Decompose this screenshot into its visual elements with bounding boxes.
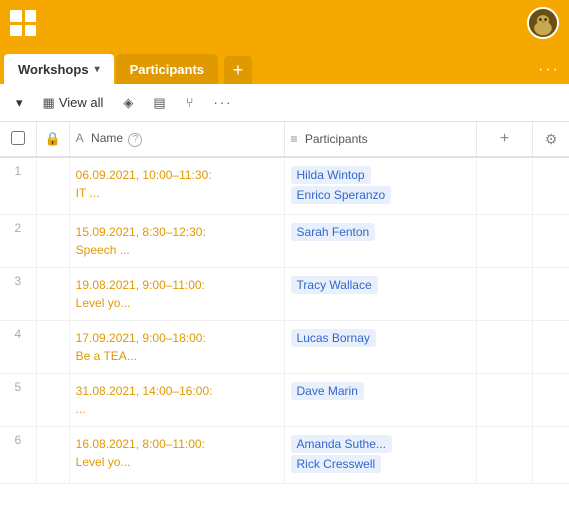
toolbar-more-button[interactable]: ··· [206, 89, 241, 117]
row-participants: Hilda Wintop Enrico Speranzo [284, 157, 476, 215]
row-date-text: 17.09.2021, 9:00–18:00: Be a TEA... [76, 331, 206, 363]
dropdown-arrow-button[interactable]: ▾ [8, 89, 31, 117]
select-all-checkbox[interactable] [11, 131, 25, 145]
tab-workshops-label: Workshops [18, 62, 89, 77]
row-settings [533, 268, 569, 321]
th-name-label: Name [91, 131, 123, 145]
table-row: 3 19.08.2021, 9:00–11:00: Level yo... Trac… [0, 268, 569, 321]
avatar[interactable] [527, 7, 559, 39]
row-date: 15.09.2021, 8:30–12:30: Speech ... [69, 215, 284, 268]
workshops-table: 🔒 A Name ? ≡ Participants + ⚙ 1 06.09.202… [0, 122, 569, 484]
add-tab-button[interactable]: + [224, 56, 252, 84]
participant-badge: Dave Marin [291, 382, 364, 400]
row-participants: Sarah Fenton [284, 215, 476, 268]
filter-button[interactable]: ◈ [115, 89, 141, 117]
name-col-icon: A [76, 131, 84, 145]
table-row: 2 15.09.2021, 8:30–12:30: Speech ... Sarah… [0, 215, 569, 268]
th-checkbox [0, 122, 36, 157]
row-participants: Dave Marin [284, 374, 476, 427]
row-add [476, 157, 533, 215]
th-name: A Name ? [69, 122, 284, 157]
participants-col-icon: ≡ [291, 132, 298, 146]
row-number: 6 [0, 427, 36, 484]
row-date: 19.08.2021, 9:00–11:00: Level yo... [69, 268, 284, 321]
header-bar [0, 0, 569, 46]
row-settings [533, 374, 569, 427]
row-lock [36, 157, 69, 215]
table-row: 5 31.08.2021, 14:00–16:00: ... Dave Marin [0, 374, 569, 427]
participant-badge: Sarah Fenton [291, 223, 376, 241]
share-icon: ⑂ [186, 95, 194, 110]
share-button[interactable]: ⑂ [178, 89, 202, 117]
th-participants-label: Participants [305, 132, 368, 146]
dropdown-arrow-icon: ▾ [16, 95, 23, 111]
group-icon: ▤ [153, 95, 165, 111]
tab-participants[interactable]: Participants [116, 54, 218, 84]
name-help-icon[interactable]: ? [128, 133, 142, 147]
row-lock [36, 268, 69, 321]
table-body: 1 06.09.2021, 10:00–11:30: IT ... Hilda Wi… [0, 157, 569, 484]
th-participants: ≡ Participants [284, 122, 476, 157]
participant-badge: Enrico Speranzo [291, 186, 392, 204]
tab-dropdown-icon[interactable]: ▾ [95, 64, 100, 75]
row-number: 5 [0, 374, 36, 427]
row-add [476, 215, 533, 268]
row-date: 06.09.2021, 10:00–11:30: IT ... [69, 157, 284, 215]
row-number: 2 [0, 215, 36, 268]
view-all-label: View all [59, 95, 104, 110]
tab-more-button[interactable]: ··· [533, 56, 565, 84]
row-participants: Lucas Bornay [284, 321, 476, 374]
row-number: 4 [0, 321, 36, 374]
row-settings [533, 321, 569, 374]
participant-badge: Hilda Wintop [291, 166, 371, 184]
toolbar-more-icon: ··· [214, 95, 233, 110]
row-add [476, 321, 533, 374]
tab-bar: Workshops ▾ Participants + ··· [0, 46, 569, 84]
tab-participants-label: Participants [130, 62, 204, 77]
row-settings [533, 157, 569, 215]
row-settings [533, 215, 569, 268]
header-left [10, 10, 36, 36]
table-row: 4 17.09.2021, 9:00–18:00: Be a TEA... Luca… [0, 321, 569, 374]
lock-icon: 🔒 [45, 131, 61, 146]
participant-badge: Rick Cresswell [291, 455, 382, 473]
row-lock [36, 374, 69, 427]
row-add [476, 427, 533, 484]
th-add[interactable]: + [476, 122, 533, 157]
row-lock [36, 321, 69, 374]
participant-badge: Tracy Wallace [291, 276, 378, 294]
table-wrap: 🔒 A Name ? ≡ Participants + ⚙ 1 06.09.202… [0, 122, 569, 520]
row-date-text: 31.08.2021, 14:00–16:00: ... [76, 384, 213, 416]
group-button[interactable]: ▤ [145, 89, 173, 117]
row-date-text: 06.09.2021, 10:00–11:30: IT ... [76, 168, 212, 200]
row-participants: Amanda Suthe... Rick Cresswell [284, 427, 476, 484]
participant-badge: Lucas Bornay [291, 329, 376, 347]
table-header: 🔒 A Name ? ≡ Participants + ⚙ [0, 122, 569, 157]
row-lock [36, 215, 69, 268]
row-date: 31.08.2021, 14:00–16:00: ... [69, 374, 284, 427]
table-row: 1 06.09.2021, 10:00–11:30: IT ... Hilda Wi… [0, 157, 569, 215]
tab-workshops[interactable]: Workshops ▾ [4, 54, 114, 84]
row-date: 16.08.2021, 8:00–11:00: Level yo... [69, 427, 284, 484]
row-add [476, 374, 533, 427]
filter-icon: ◈ [123, 95, 133, 111]
view-all-button[interactable]: ▦ View all [35, 89, 112, 117]
toolbar: ▾ ▦ View all ◈ ▤ ⑂ ··· [0, 84, 569, 122]
row-lock [36, 427, 69, 484]
row-date-text: 15.09.2021, 8:30–12:30: Speech ... [76, 225, 206, 257]
row-number: 3 [0, 268, 36, 321]
table-icon: ▦ [43, 95, 55, 111]
participant-badge: Amanda Suthe... [291, 435, 392, 453]
row-date-text: 16.08.2021, 8:00–11:00: Level yo... [76, 437, 205, 469]
grid-icon[interactable] [10, 10, 36, 36]
th-settings[interactable]: ⚙ [533, 122, 569, 157]
table-row: 6 16.08.2021, 8:00–11:00: Level yo... Aman… [0, 427, 569, 484]
row-number: 1 [0, 157, 36, 215]
row-settings [533, 427, 569, 484]
row-add [476, 268, 533, 321]
row-date-text: 19.08.2021, 9:00–11:00: Level yo... [76, 278, 205, 310]
row-date: 17.09.2021, 9:00–18:00: Be a TEA... [69, 321, 284, 374]
th-lock: 🔒 [36, 122, 69, 157]
row-participants: Tracy Wallace [284, 268, 476, 321]
